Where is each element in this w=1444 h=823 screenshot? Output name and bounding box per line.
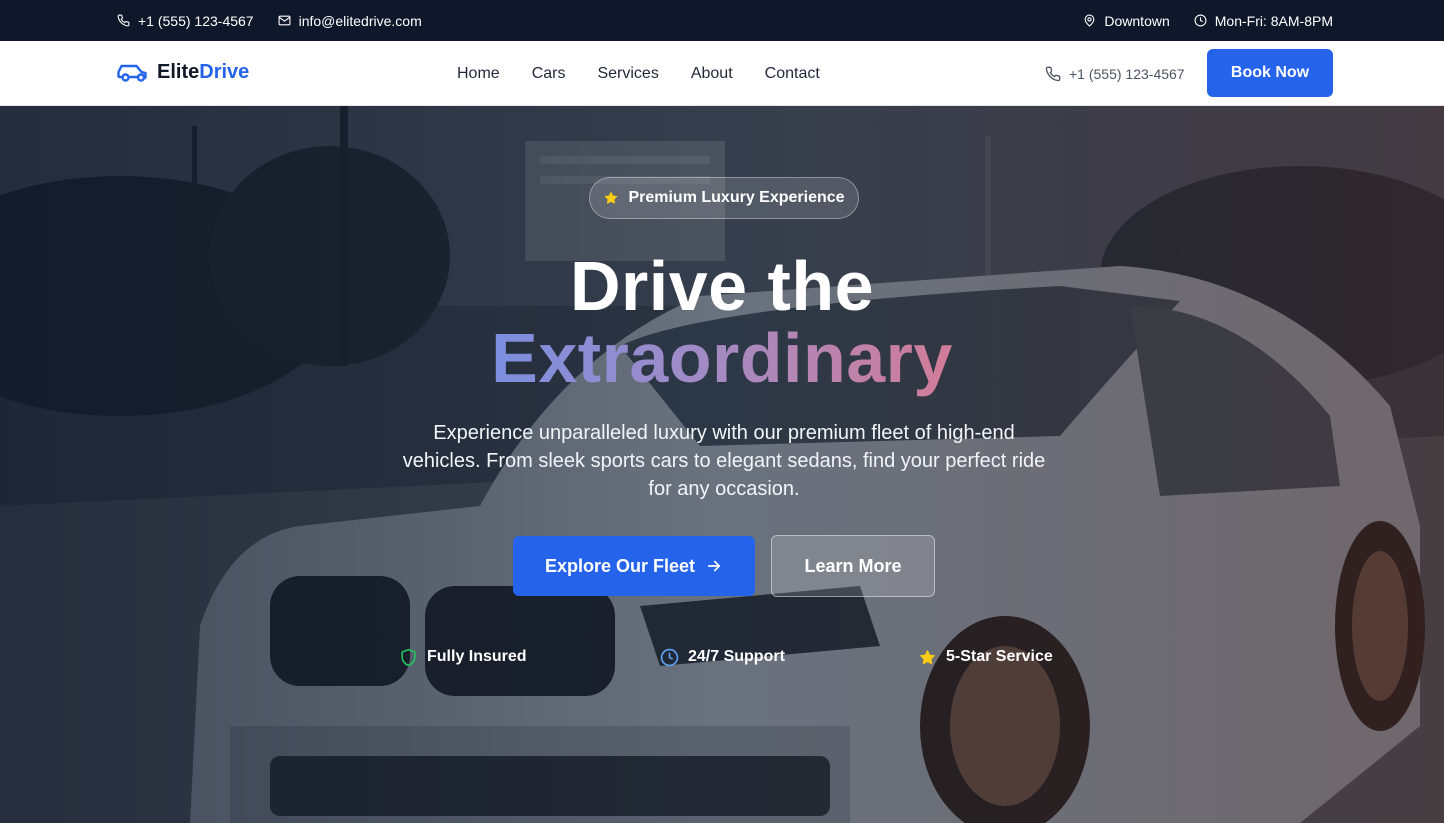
hero-title-line2: Extraordinary: [0, 320, 1444, 396]
explore-fleet-label: Explore Our Fleet: [544, 555, 696, 576]
map-pin-icon: [1085, 14, 1095, 27]
nav-item-services[interactable]: Services: [597, 65, 658, 83]
topbar-hours-text: Mon-Fri: 8AM-8PM: [1214, 12, 1333, 29]
shield-icon: [401, 648, 416, 666]
premium-badge: Premium Luxury Experience: [589, 177, 859, 219]
book-now-button[interactable]: Book Now: [1207, 49, 1333, 97]
hero-section: Premium Luxury Experience Drive the Extr…: [0, 106, 1444, 823]
nav-item-contact[interactable]: Contact: [765, 65, 820, 83]
nav-item-cars[interactable]: Cars: [532, 65, 566, 83]
topbar-phone-text: +1 (555) 123-4567: [138, 12, 254, 29]
star-icon: [919, 649, 936, 665]
topbar-hours: Mon-Fri: 8AM-8PM: [1194, 13, 1333, 29]
explore-fleet-button[interactable]: Explore Our Fleet: [513, 536, 755, 596]
learn-more-button[interactable]: Learn More: [771, 535, 935, 597]
car-icon: [117, 64, 147, 82]
phone-icon: [117, 14, 130, 27]
nav-item-home[interactable]: Home: [457, 65, 500, 83]
feature-five-star: 5-Star Service: [918, 646, 1053, 668]
nav-item-about[interactable]: About: [691, 65, 733, 83]
mail-icon: [278, 15, 291, 26]
logo-text: EliteDrive: [157, 61, 249, 84]
logo[interactable]: EliteDrive: [117, 60, 249, 84]
topbar-email-text: info@elitedrive.com: [298, 12, 422, 29]
topbar-email[interactable]: info@elitedrive.com: [278, 13, 422, 29]
topbar-location: Downtown: [1083, 12, 1170, 29]
feature-fully-insured: Fully Insured: [399, 646, 527, 668]
hero-title-gradient-text: Extraordinary: [491, 319, 953, 397]
nav-phone[interactable]: +1 (555) 123-4567: [1045, 41, 1185, 106]
topbar-location-text: Downtown: [1104, 12, 1170, 29]
nav-menu: Home Cars Services About Contact: [457, 41, 820, 106]
star-icon: [604, 191, 619, 204]
nav-phone-text: +1 (555) 123-4567: [1069, 65, 1185, 82]
phone-icon: [1045, 66, 1061, 81]
topbar-phone[interactable]: +1 (555) 123-4567: [117, 13, 254, 29]
arrow-right-icon: [707, 560, 721, 572]
feature-five-star-text: 5-Star Service: [946, 648, 1053, 665]
clock-icon: [1194, 14, 1207, 27]
logo-text-part2: Drive: [199, 60, 250, 83]
main-nav: EliteDrive Home Cars Services About Cont…: [0, 41, 1444, 106]
feature-support: 24/7 Support: [660, 646, 785, 668]
top-bar: +1 (555) 123-4567 info@elitedrive.com Do…: [0, 0, 1444, 41]
hero-subtitle: Experience unparalleled luxury with our …: [402, 422, 1046, 500]
premium-badge-text: Premium Luxury Experience: [628, 189, 845, 206]
clock-icon: [660, 648, 679, 666]
hero-title-line1: Drive the: [569, 247, 875, 325]
feature-support-text: 24/7 Support: [688, 648, 785, 665]
logo-text-part1: Elite: [157, 60, 200, 83]
feature-fully-insured-text: Fully Insured: [427, 648, 527, 665]
